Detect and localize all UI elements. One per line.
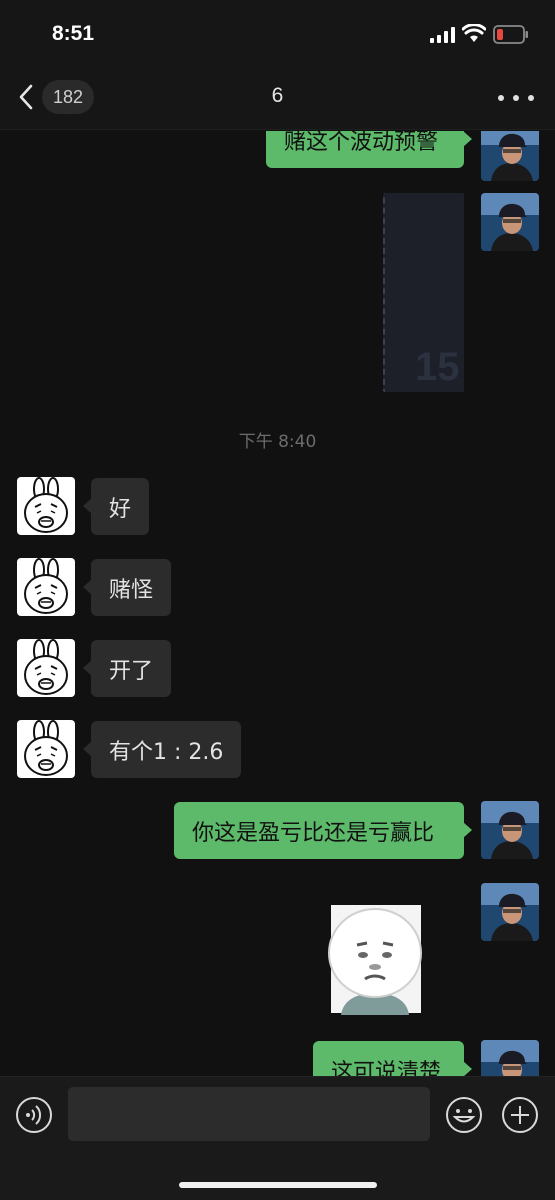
- plus-icon[interactable]: [501, 1096, 539, 1134]
- message-text: 这可说清楚: [331, 1059, 442, 1077]
- voice-icon[interactable]: [15, 1096, 53, 1134]
- message-bubble-incoming[interactable]: 有个1 : 2.6: [82, 721, 242, 778]
- nav-bar: 182 6: [0, 64, 555, 130]
- avatar-contact[interactable]: [17, 639, 75, 697]
- avatar-contact[interactable]: [17, 477, 75, 535]
- message-text: 开了: [109, 658, 154, 684]
- avatar-me[interactable]: [481, 1040, 539, 1076]
- message-image[interactable]: 15: [383, 193, 464, 392]
- message-bubble-incoming[interactable]: 赌怪: [82, 559, 172, 616]
- status-time: 8:51: [52, 22, 95, 45]
- message-bubble-outgoing[interactable]: 赌这个波动预警: [266, 131, 472, 168]
- status-bar: 8:51: [0, 0, 555, 64]
- message-text: 有个1 : 2.6: [109, 739, 224, 765]
- timestamp: 下午 8:40: [238, 432, 317, 452]
- signal-icon: [430, 27, 455, 43]
- wifi-icon: [462, 24, 486, 42]
- ellipsis-icon: [513, 95, 519, 101]
- home-indicator[interactable]: [179, 1182, 377, 1188]
- chat-title: 6: [271, 84, 284, 107]
- sticker-image[interactable]: [321, 903, 429, 1015]
- message-bubble-outgoing[interactable]: 这可说清楚: [313, 1041, 472, 1077]
- avatar-me[interactable]: [481, 801, 539, 859]
- ellipsis-icon: [498, 95, 504, 101]
- avatar-me[interactable]: [481, 131, 539, 181]
- more-options-button[interactable]: [498, 86, 534, 110]
- image-text: 15: [415, 345, 460, 389]
- avatar-me[interactable]: [481, 883, 539, 941]
- avatar-me[interactable]: [481, 193, 539, 251]
- message-text: 好: [109, 496, 132, 522]
- message-bubble-outgoing[interactable]: 你这是盈亏比还是亏赢比: [174, 802, 472, 859]
- emoji-icon[interactable]: [445, 1096, 483, 1134]
- battery-low-icon: [493, 25, 528, 44]
- message-bubble-incoming[interactable]: 开了: [82, 640, 172, 697]
- chat-area[interactable]: 赌这个波动预警 15 下午 8:40 好 赌怪 开了 有个1 : 2.6 你这是…: [0, 131, 555, 1076]
- message-text: 赌怪: [109, 577, 154, 603]
- input-bar: [0, 1076, 555, 1200]
- message-text: 你这是盈亏比还是亏赢比: [192, 820, 435, 846]
- ellipsis-icon: [528, 95, 534, 101]
- message-input[interactable]: [68, 1087, 430, 1141]
- avatar-contact[interactable]: [17, 720, 75, 778]
- message-text: 赌这个波动预警: [284, 131, 439, 155]
- message-bubble-incoming[interactable]: 好: [82, 478, 150, 535]
- avatar-contact[interactable]: [17, 558, 75, 616]
